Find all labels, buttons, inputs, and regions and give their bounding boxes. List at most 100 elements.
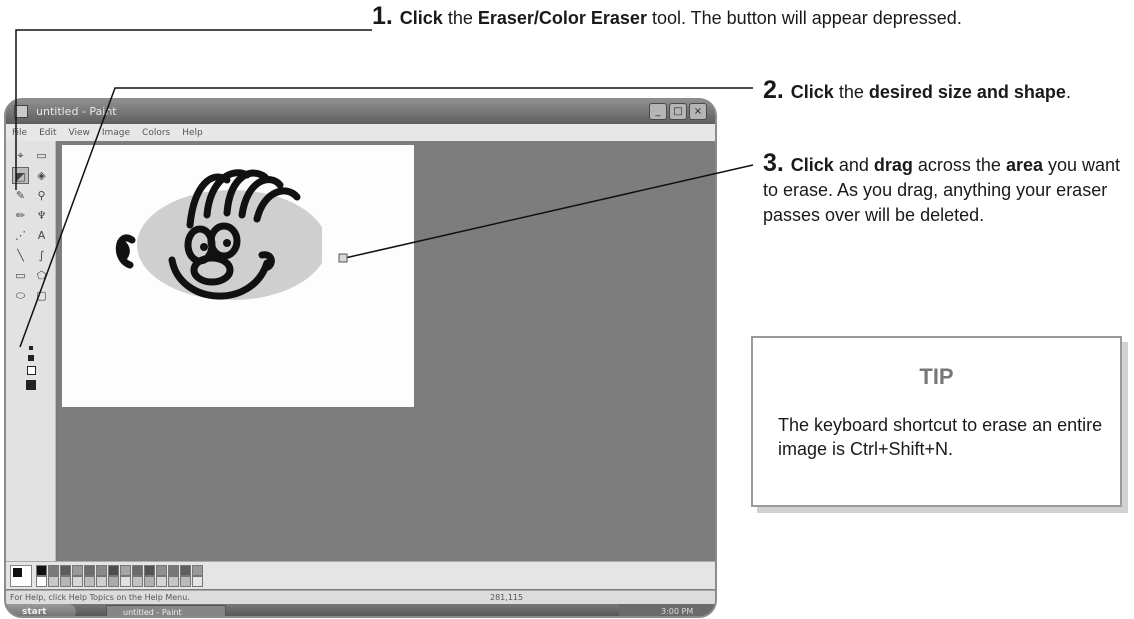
step-text: and: [833, 155, 874, 175]
tool-magnifier[interactable]: ⚲: [33, 187, 50, 204]
palette-swatch[interactable]: [180, 565, 191, 576]
palette-swatch[interactable]: [72, 565, 83, 576]
palette-swatch[interactable]: [168, 576, 179, 587]
tip-title: TIP: [919, 364, 954, 389]
palette-swatch[interactable]: [144, 576, 155, 587]
tool-brush[interactable]: ♆: [33, 207, 50, 224]
tool-fill[interactable]: ◈: [33, 167, 50, 184]
step-1-instruction: 1. Click the Eraser/Color Eraser tool. T…: [372, 4, 1112, 31]
eraser-size-xlarge[interactable]: [26, 380, 36, 390]
step-emphasis-text: desired size and shape: [868, 82, 1066, 102]
step-emphasis-text: Eraser/Color Eraser: [477, 8, 647, 28]
step-text: .: [1065, 82, 1071, 102]
menu-file[interactable]: File: [12, 128, 27, 138]
palette-swatch[interactable]: [84, 565, 95, 576]
palette-swatch[interactable]: [144, 565, 155, 576]
tip-text: The keyboard shortcut to erase an entire…: [778, 415, 1103, 459]
palette-swatch[interactable]: [84, 576, 95, 587]
taskbar-paint-item[interactable]: untitled - Paint: [106, 605, 226, 616]
tool-ellipse[interactable]: ⬭: [12, 287, 29, 304]
step-emphasis-text: drag: [873, 155, 913, 175]
palette-swatch[interactable]: [96, 565, 107, 576]
palette-swatch[interactable]: [36, 565, 47, 576]
step-emphasis-text: area: [1005, 155, 1043, 175]
tool-airbrush[interactable]: ⋰: [12, 227, 29, 244]
palette-swatch[interactable]: [48, 565, 59, 576]
tool-polygon[interactable]: ⬠: [33, 267, 50, 284]
palette-swatch[interactable]: [96, 576, 107, 587]
tool-box: ⌖ ▭ ◩ ◈ ✎ ⚲ ✏ ♆ ⋰ A ╲ ∫ ▭ ⬠ ⬭ ▢: [6, 141, 56, 561]
menu-edit[interactable]: Edit: [39, 128, 56, 138]
palette-swatch[interactable]: [48, 576, 59, 587]
eraser-size-medium[interactable]: [28, 355, 34, 361]
close-button[interactable]: ×: [689, 103, 707, 120]
window-buttons: _ □ ×: [649, 103, 707, 120]
menu-bar: File Edit View Image Colors Help: [6, 124, 715, 141]
palette-swatch[interactable]: [36, 576, 47, 587]
tool-eraser[interactable]: ◩: [12, 167, 29, 184]
menu-image[interactable]: Image: [102, 128, 130, 138]
palette-swatch[interactable]: [120, 576, 131, 587]
menu-colors[interactable]: Colors: [142, 128, 170, 138]
palette-swatch[interactable]: [108, 576, 119, 587]
palette-swatch[interactable]: [192, 565, 203, 576]
eraser-size-small[interactable]: [29, 346, 33, 350]
step-number: 2.: [763, 76, 791, 104]
cartoon-face-drawing: [115, 169, 322, 300]
tool-rounded-rectangle[interactable]: ▢: [33, 287, 50, 304]
taskbar: start untitled - Paint 3:00 PM: [6, 604, 715, 616]
paint-app-icon: [14, 105, 28, 118]
eraser-size-options: [19, 341, 43, 393]
palette-swatch[interactable]: [60, 576, 71, 587]
tool-text[interactable]: A: [33, 227, 50, 244]
step-emphasis-text: Click: [399, 8, 443, 28]
palette-swatch[interactable]: [168, 565, 179, 576]
palette-swatch[interactable]: [192, 576, 203, 587]
color-palette: [6, 561, 715, 589]
palette-swatch[interactable]: [156, 565, 167, 576]
window-title: untitled - Paint: [36, 105, 117, 118]
start-button[interactable]: start: [6, 604, 76, 616]
tip-box: TIP The keyboard shortcut to erase an en…: [751, 336, 1122, 507]
menu-view[interactable]: View: [69, 128, 90, 138]
palette-swatch[interactable]: [108, 565, 119, 576]
paint-screenshot: untitled - Paint _ □ × File Edit View Im…: [4, 98, 717, 618]
palette-swatch[interactable]: [72, 576, 83, 587]
step-emphasis-text: Click: [790, 82, 834, 102]
tool-rectangle[interactable]: ▭: [12, 267, 29, 284]
step-text: tool. The button will appear depressed.: [646, 8, 962, 28]
menu-help[interactable]: Help: [182, 128, 203, 138]
color-swatches: [36, 565, 203, 587]
step-number: 3.: [763, 149, 791, 177]
step-text: the: [833, 82, 869, 102]
maximize-button[interactable]: □: [669, 103, 687, 120]
step-number: 1.: [372, 2, 400, 30]
tool-line[interactable]: ╲: [12, 247, 29, 264]
step-2-instruction: 2. Click the desired size and shape.: [763, 78, 1134, 105]
canvas-workspace: [58, 141, 715, 561]
tool-select-free[interactable]: ⌖: [12, 147, 29, 164]
system-tray-clock: 3:00 PM: [619, 604, 715, 616]
palette-swatch[interactable]: [120, 565, 131, 576]
cursor-coordinates: 281,115: [490, 593, 524, 602]
tool-select-rect[interactable]: ▭: [33, 147, 50, 164]
palette-swatch[interactable]: [132, 576, 143, 587]
step-emphasis-text: Click: [790, 155, 834, 175]
paint-title-bar[interactable]: untitled - Paint _ □ ×: [6, 100, 715, 124]
palette-swatch[interactable]: [132, 565, 143, 576]
status-text: For Help, click Help Topics on the Help …: [10, 593, 190, 602]
step-text: the: [442, 8, 478, 28]
palette-swatch[interactable]: [60, 565, 71, 576]
tool-color-picker[interactable]: ✎: [12, 187, 29, 204]
eraser-size-large[interactable]: [26, 366, 36, 375]
minimize-button[interactable]: _: [649, 103, 667, 120]
step-3-instruction: 3. Click and drag across the area you wa…: [763, 151, 1134, 228]
tool-curve[interactable]: ∫: [33, 247, 50, 264]
current-colors-indicator[interactable]: [10, 565, 32, 587]
step-text: across the: [912, 155, 1006, 175]
status-bar: For Help, click Help Topics on the Help …: [6, 590, 715, 604]
tool-pencil[interactable]: ✏: [12, 207, 29, 224]
palette-swatch[interactable]: [156, 576, 167, 587]
palette-swatch[interactable]: [180, 576, 191, 587]
drawing-canvas[interactable]: [62, 145, 414, 407]
